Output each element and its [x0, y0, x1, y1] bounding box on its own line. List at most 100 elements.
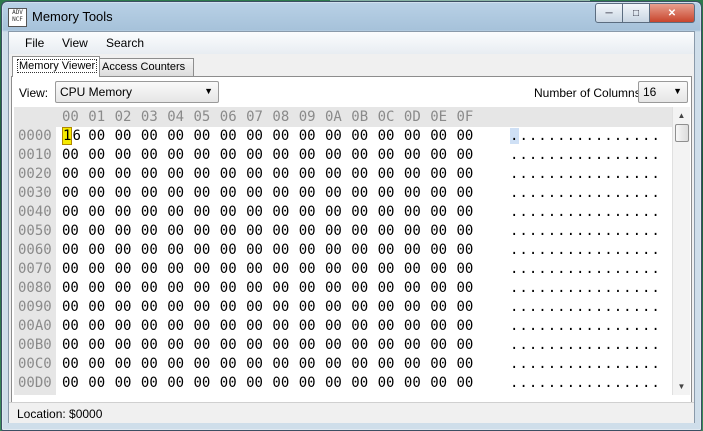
byte-cell[interactable]: 00: [404, 242, 428, 258]
byte-cell[interactable]: 00: [141, 242, 165, 258]
byte-cell[interactable]: 00: [351, 223, 375, 239]
byte-cell[interactable]: 00: [246, 318, 270, 334]
byte-cell[interactable]: 00: [325, 242, 349, 258]
minimize-button[interactable]: ─: [595, 3, 623, 23]
byte-cell[interactable]: 00: [194, 204, 218, 220]
byte-cell[interactable]: 00: [457, 204, 481, 220]
byte-cell[interactable]: 00: [62, 280, 86, 296]
byte-cell[interactable]: 00: [62, 318, 86, 334]
byte-cell[interactable]: 00: [246, 242, 270, 258]
byte-cell[interactable]: 00: [115, 356, 139, 372]
byte-cell[interactable]: 00: [351, 185, 375, 201]
byte-cell[interactable]: 00: [220, 166, 244, 182]
byte-cell[interactable]: 00: [220, 185, 244, 201]
byte-cell[interactable]: 00: [272, 261, 296, 277]
byte-cell[interactable]: 00: [62, 147, 86, 163]
byte-cell[interactable]: 00: [167, 185, 191, 201]
byte-cell[interactable]: 00: [62, 356, 86, 372]
ascii-column[interactable]: ................: [510, 128, 661, 144]
ascii-column[interactable]: ................: [510, 185, 661, 201]
byte-cell[interactable]: 00: [351, 204, 375, 220]
byte-cell[interactable]: 00: [457, 337, 481, 353]
byte-cell[interactable]: 00: [220, 299, 244, 315]
byte-cell[interactable]: 00: [325, 356, 349, 372]
byte-cell[interactable]: 00: [430, 299, 454, 315]
byte-cell[interactable]: 00: [220, 242, 244, 258]
byte-cell[interactable]: 00: [88, 318, 112, 334]
byte-cell[interactable]: 00: [220, 204, 244, 220]
byte-cell[interactable]: 00: [351, 147, 375, 163]
byte-cell[interactable]: 00: [378, 242, 402, 258]
byte-cell[interactable]: 00: [141, 375, 165, 391]
ascii-column[interactable]: ................: [510, 223, 661, 239]
byte-cell[interactable]: 00: [167, 204, 191, 220]
byte-cell[interactable]: 00: [378, 223, 402, 239]
byte-cell[interactable]: 00: [141, 185, 165, 201]
byte-cell[interactable]: 00: [194, 280, 218, 296]
byte-cell[interactable]: 00: [115, 242, 139, 258]
byte-cell[interactable]: 00: [325, 318, 349, 334]
ascii-column[interactable]: ................: [510, 166, 661, 182]
byte-cell[interactable]: 00: [378, 261, 402, 277]
byte-cell[interactable]: 00: [404, 166, 428, 182]
byte-cell[interactable]: 00: [378, 147, 402, 163]
byte-cell[interactable]: 00: [141, 280, 165, 296]
byte-cell[interactable]: 00: [141, 204, 165, 220]
byte-cell[interactable]: 00: [220, 280, 244, 296]
byte-cell[interactable]: 00: [299, 318, 323, 334]
byte-cell[interactable]: 00: [194, 261, 218, 277]
byte-cell[interactable]: 00: [299, 223, 323, 239]
scroll-up-arrow-icon[interactable]: ▲: [673, 107, 690, 124]
byte-cell[interactable]: 00: [88, 223, 112, 239]
byte-cell[interactable]: 00: [325, 337, 349, 353]
byte-cell[interactable]: 00: [194, 318, 218, 334]
byte-cell[interactable]: 00: [325, 223, 349, 239]
menu-view[interactable]: View: [62, 36, 88, 50]
byte-cell[interactable]: 00: [457, 318, 481, 334]
byte-cell[interactable]: 00: [246, 375, 270, 391]
byte-cell[interactable]: 00: [220, 261, 244, 277]
ascii-column[interactable]: ................: [510, 318, 661, 334]
byte-cell[interactable]: 00: [457, 242, 481, 258]
byte-cell[interactable]: 00: [430, 242, 454, 258]
byte-cell[interactable]: 00: [194, 375, 218, 391]
byte-cell[interactable]: 00: [430, 128, 454, 144]
byte-cell[interactable]: 00: [115, 299, 139, 315]
byte-cell[interactable]: 00: [62, 299, 86, 315]
byte-cell[interactable]: 00: [378, 185, 402, 201]
byte-cell[interactable]: 00: [272, 223, 296, 239]
byte-cell[interactable]: 00: [325, 147, 349, 163]
byte-cell[interactable]: 00: [299, 375, 323, 391]
byte-cell[interactable]: 00: [299, 356, 323, 372]
columns-dropdown[interactable]: 16 ▼: [638, 81, 688, 103]
byte-cell[interactable]: 00: [272, 242, 296, 258]
byte-cell[interactable]: 00: [378, 204, 402, 220]
byte-cell[interactable]: 00: [272, 280, 296, 296]
byte-cell[interactable]: 00: [194, 147, 218, 163]
byte-cell[interactable]: 00: [88, 128, 112, 144]
ascii-column[interactable]: ................: [510, 299, 661, 315]
byte-cell[interactable]: 00: [325, 375, 349, 391]
byte-cell[interactable]: 00: [430, 147, 454, 163]
byte-cell[interactable]: 00: [167, 356, 191, 372]
byte-cell[interactable]: 00: [246, 128, 270, 144]
byte-cell[interactable]: 00: [351, 242, 375, 258]
tab-memory-viewer[interactable]: Memory Viewer: [12, 56, 100, 77]
byte-cell[interactable]: 00: [457, 261, 481, 277]
ascii-column[interactable]: ................: [510, 204, 661, 220]
byte-cell[interactable]: 00: [167, 242, 191, 258]
byte-cell[interactable]: 00: [351, 337, 375, 353]
byte-cell[interactable]: 00: [272, 128, 296, 144]
byte-cell[interactable]: 00: [194, 337, 218, 353]
byte-cell[interactable]: 00: [141, 128, 165, 144]
byte-cell[interactable]: 00: [141, 318, 165, 334]
byte-cell[interactable]: 00: [88, 166, 112, 182]
byte-cell[interactable]: 00: [351, 166, 375, 182]
byte-cell[interactable]: 00: [325, 261, 349, 277]
byte-cell[interactable]: 00: [430, 375, 454, 391]
byte-cell[interactable]: 00: [272, 318, 296, 334]
byte-cell[interactable]: 00: [115, 375, 139, 391]
ascii-column[interactable]: ................: [510, 261, 661, 277]
byte-cell[interactable]: 00: [88, 185, 112, 201]
byte-cell[interactable]: 00: [457, 147, 481, 163]
